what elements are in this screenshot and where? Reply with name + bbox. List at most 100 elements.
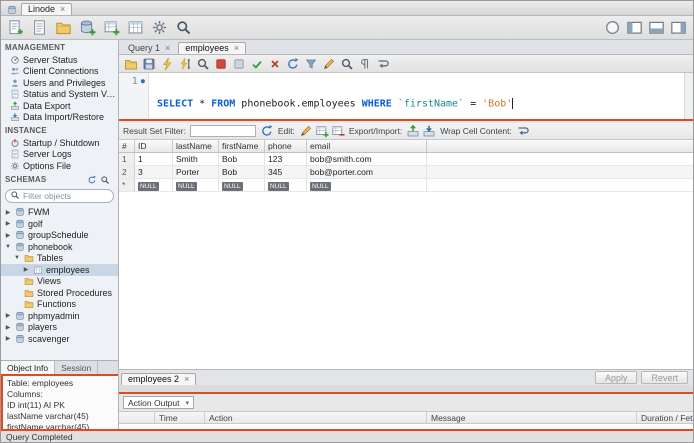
grid-cell[interactable]: Bob — [219, 166, 265, 178]
server-status-icon[interactable] — [10, 55, 20, 65]
close-connection-tab-icon[interactable]: × — [60, 4, 65, 14]
tree-item-fwm[interactable]: ▶ FWM — [1, 207, 118, 219]
schema-icon[interactable] — [15, 230, 25, 240]
sidebar-item-server-status[interactable]: Server Status — [1, 54, 118, 66]
refresh-schemas-icon[interactable] — [87, 175, 97, 185]
schema-icon[interactable] — [15, 207, 25, 217]
create-schema-icon[interactable] — [79, 19, 96, 36]
collapse-arrow-icon[interactable]: ▼ — [13, 255, 21, 261]
find-icon[interactable] — [340, 57, 354, 71]
invisible-characters-icon[interactable] — [358, 57, 372, 71]
grid-cell[interactable]: NULL — [135, 179, 173, 191]
tree-item-phonebook[interactable]: ▼ phonebook — [1, 241, 118, 253]
execute-current-icon[interactable] — [178, 57, 192, 71]
tree-item-views[interactable]: Views — [1, 276, 118, 288]
close-tab-icon[interactable]: × — [184, 374, 189, 384]
grid-cell[interactable]: bob@porter.com — [307, 166, 427, 178]
schema-icon[interactable] — [15, 334, 25, 344]
beautify-icon[interactable] — [322, 57, 336, 71]
grid-column-header-email[interactable]: email — [307, 140, 427, 152]
toggle-bottom-panel-icon[interactable] — [648, 19, 665, 36]
tree-item-employees[interactable]: ▶ employees — [1, 264, 118, 276]
sidebar-item-data-export[interactable]: Data Export — [1, 100, 118, 112]
edit-record-icon[interactable] — [299, 124, 313, 138]
output-column-header-action[interactable]: Action — [205, 412, 427, 423]
stop-icon[interactable] — [214, 57, 228, 71]
schema-filter[interactable] — [5, 188, 114, 203]
grid-cell[interactable]: bob@smith.com — [307, 153, 427, 165]
expand-arrow-icon[interactable]: ▶ — [4, 220, 12, 227]
output-splitter[interactable] — [119, 385, 693, 392]
grid-column-header-[interactable]: # — [119, 140, 135, 152]
sidebar-item-startup-shutdown[interactable]: Startup / Shutdown — [1, 137, 118, 149]
grid-cell[interactable]: Smith — [173, 153, 219, 165]
import-records-icon[interactable] — [422, 124, 436, 138]
tab-result-employees-2[interactable]: employees 2 × — [121, 373, 197, 385]
create-table-icon[interactable] — [103, 19, 120, 36]
search-data-icon[interactable] — [175, 19, 192, 36]
schema-icon[interactable] — [15, 322, 25, 332]
status-variables-icon[interactable] — [10, 89, 20, 99]
new-sql-script-icon[interactable] — [31, 19, 48, 36]
output-column-header-duration-fetch[interactable]: Duration / Fetch — [637, 412, 693, 423]
tree-item-scavenger[interactable]: ▶ scavenger — [1, 333, 118, 345]
revert-button[interactable]: Revert — [641, 371, 688, 384]
sql-code-line[interactable]: SELECT * FROM phonebook.employees WHERE … — [157, 98, 684, 110]
toggle-left-panel-icon[interactable] — [626, 19, 643, 36]
tree-item-groupschedule[interactable]: ▶ groupSchedule — [1, 230, 118, 242]
sidebar-item-users-and-privileges[interactable]: Users and Privileges — [1, 77, 118, 89]
sql-editor[interactable]: 1 ● SELECT * FROM phonebook.employees WH… — [119, 73, 693, 119]
new-sql-tab-icon[interactable] — [7, 19, 24, 36]
tab-query-1[interactable]: Query 1 × — [121, 42, 177, 54]
folder-icon[interactable] — [24, 276, 34, 286]
open-model-icon[interactable] — [55, 19, 72, 36]
grid-cell[interactable]: 345 — [265, 166, 307, 178]
users-icon[interactable] — [10, 78, 20, 88]
output-column-header-message[interactable]: Message — [427, 412, 637, 423]
server-logs-icon[interactable] — [10, 149, 20, 159]
grid-column-header-firstname[interactable]: firstName — [219, 140, 265, 152]
expand-arrow-icon[interactable]: ▶ — [4, 324, 12, 331]
wrap-text-icon[interactable] — [376, 57, 390, 71]
tab-session[interactable]: Session — [55, 361, 99, 374]
apply-button[interactable]: Apply — [594, 371, 638, 384]
explain-icon[interactable] — [196, 57, 210, 71]
search-icon[interactable] — [10, 190, 20, 200]
expand-arrow-icon[interactable]: ▶ — [4, 312, 12, 319]
limit-rows-icon[interactable] — [304, 57, 318, 71]
grid-cell[interactable]: 123 — [265, 153, 307, 165]
output-view-selector[interactable]: Action Output ▾ — [123, 396, 195, 409]
expand-arrow-icon[interactable]: ▶ — [4, 209, 12, 216]
notifications-icon[interactable] — [604, 19, 621, 36]
toggle-stop-on-error-icon[interactable] — [232, 57, 246, 71]
export-recordset-icon[interactable] — [406, 124, 420, 138]
table-icon[interactable] — [33, 265, 43, 275]
schema-icon[interactable] — [15, 242, 25, 252]
grid-cell[interactable]: NULL — [265, 179, 307, 191]
grid-cell[interactable]: * — [119, 179, 135, 191]
grid-column-header-phone[interactable]: phone — [265, 140, 307, 152]
sidebar-item-status-and-system-variables[interactable]: Status and System Variables — [1, 89, 118, 101]
create-procedure-icon[interactable] — [151, 19, 168, 36]
expand-arrow-icon[interactable]: ▶ — [22, 266, 30, 273]
output-column-header-time[interactable]: Time — [155, 412, 205, 423]
refresh-grid-icon[interactable] — [260, 124, 274, 138]
tree-item-golf[interactable]: ▶ golf — [1, 218, 118, 230]
client-connections-icon[interactable] — [10, 66, 20, 76]
startup-shutdown-icon[interactable] — [10, 138, 20, 148]
connection-tab-linode[interactable]: Linode × — [21, 3, 73, 15]
delete-row-icon[interactable] — [331, 124, 345, 138]
grid-cell[interactable]: 1 — [135, 153, 173, 165]
tree-item-stored-procedures[interactable]: Stored Procedures — [1, 287, 118, 299]
expand-arrow-icon[interactable]: ▶ — [4, 232, 12, 239]
grid-cell[interactable]: NULL — [307, 179, 427, 191]
toggle-autocommit-icon[interactable] — [286, 57, 300, 71]
close-tab-icon[interactable]: × — [165, 43, 170, 53]
tree-item-functions[interactable]: Functions — [1, 299, 118, 311]
insert-row-icon[interactable] — [315, 124, 329, 138]
tree-item-phpmyadmin[interactable]: ▶ phpmyadmin — [1, 310, 118, 322]
collapse-arrow-icon[interactable]: ▼ — [4, 244, 12, 250]
data-export-icon[interactable] — [10, 101, 20, 111]
schema-icon[interactable] — [15, 311, 25, 321]
grid-cell[interactable]: 1 — [119, 153, 135, 165]
